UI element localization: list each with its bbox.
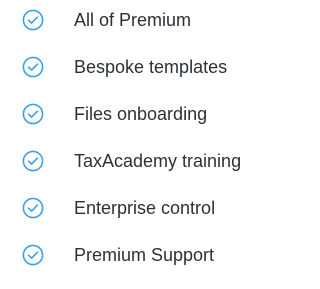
check-circle-icon	[22, 9, 44, 31]
check-circle-icon	[22, 197, 44, 219]
check-circle-icon	[22, 56, 44, 78]
check-circle-icon	[22, 244, 44, 266]
list-item: TaxAcademy training	[22, 148, 241, 174]
check-circle-icon	[22, 150, 44, 172]
feature-label: TaxAcademy training	[74, 151, 242, 171]
feature-list: All of Premium Bespoke templates Files o…	[0, 0, 308, 289]
list-item: Enterprise control	[22, 195, 215, 221]
list-item: Premium Support	[22, 242, 214, 268]
feature-label: Premium Support	[74, 245, 215, 265]
feature-label: Files onboarding	[74, 104, 208, 124]
feature-label: All of Premium	[74, 10, 192, 30]
feature-label: Enterprise control	[74, 198, 216, 218]
list-item: Files onboarding	[22, 101, 207, 127]
list-item: Bespoke templates	[22, 54, 227, 80]
feature-label: Bespoke templates	[74, 57, 228, 77]
check-circle-icon	[22, 103, 44, 125]
list-item: All of Premium	[22, 7, 191, 33]
